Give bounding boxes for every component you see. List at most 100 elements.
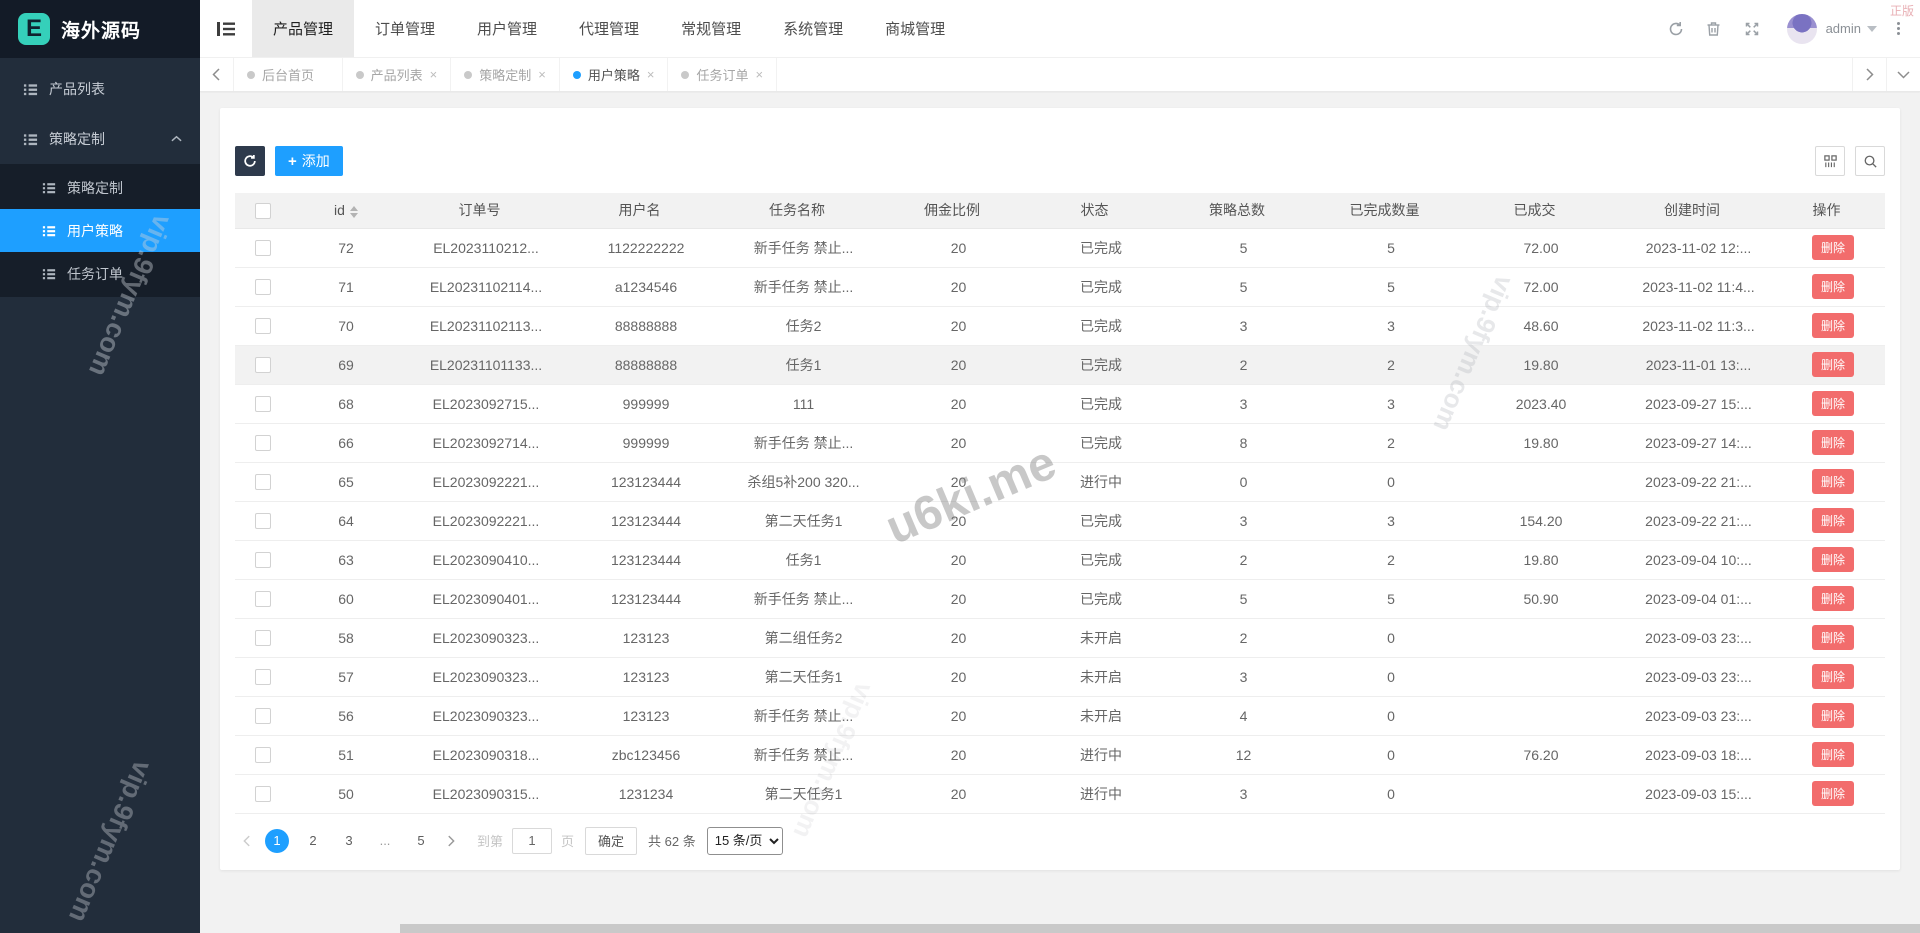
tab[interactable]: 任务订单 ×	[668, 58, 778, 91]
topnav-item[interactable]: 系统管理	[762, 0, 864, 57]
table-row[interactable]: 57 EL2023090323... 123123 第二天任务1 20 未开启 …	[235, 657, 1885, 697]
row-checkbox[interactable]	[255, 474, 271, 491]
next-page-button[interactable]	[439, 829, 463, 853]
refresh-button[interactable]	[1657, 0, 1695, 58]
topnav-item[interactable]: 用户管理	[456, 0, 558, 57]
confirm-button[interactable]: 确定	[585, 826, 638, 855]
table-row[interactable]: 72 EL2023110212... 1122222222 新手任务 禁止...…	[235, 228, 1885, 268]
sidebar-item[interactable]: 产品列表	[0, 64, 200, 114]
topnav-item[interactable]: 商城管理	[864, 0, 966, 57]
row-checkbox[interactable]	[255, 357, 271, 374]
delete-button[interactable]: 删除	[1811, 547, 1854, 572]
table-refresh-button[interactable]	[235, 146, 265, 176]
goto-page-input[interactable]	[512, 827, 553, 854]
table-row[interactable]: 50 EL2023090315... 1231234 第二天任务1 20 进行中…	[235, 774, 1885, 814]
column-header[interactable]: 订单号	[401, 193, 571, 229]
row-checkbox[interactable]	[255, 747, 271, 764]
column-header[interactable]: 用户名	[571, 193, 721, 229]
prev-page-button[interactable]	[235, 829, 259, 853]
page-number[interactable]: ...	[373, 829, 397, 853]
username[interactable]: admin	[1826, 21, 1861, 36]
page-number[interactable]: 1	[265, 828, 289, 853]
tab-close-icon[interactable]: ×	[538, 67, 546, 82]
row-checkbox[interactable]	[255, 396, 271, 413]
table-row[interactable]: 63 EL2023090410... 123123444 任务1 20 已完成 …	[235, 540, 1885, 580]
delete-button[interactable]: 删除	[1811, 664, 1854, 689]
tab[interactable]: 用户策略 ×	[560, 58, 669, 91]
column-header[interactable]: 策略总数	[1171, 193, 1316, 229]
delete-button[interactable]: 删除	[1811, 586, 1854, 611]
delete-button[interactable]: 删除	[1811, 430, 1854, 455]
sidebar-item[interactable]: 策略定制	[0, 114, 200, 164]
row-checkbox[interactable]	[255, 708, 271, 725]
sort-icon[interactable]	[349, 205, 358, 218]
delete-button[interactable]: 删除	[1811, 391, 1854, 416]
row-checkbox[interactable]	[255, 279, 271, 296]
page-number[interactable]: 2	[301, 829, 325, 853]
column-toggle-button[interactable]	[1815, 146, 1845, 176]
table-row[interactable]: 71 EL20231102114... a1234546 新手任务 禁止... …	[235, 267, 1885, 307]
delete-button[interactable]: 删除	[1811, 235, 1854, 260]
column-header[interactable]: 操作	[1781, 193, 1885, 229]
topnav-item[interactable]: 订单管理	[354, 0, 456, 57]
row-checkbox[interactable]	[255, 552, 271, 569]
tab[interactable]: 产品列表 ×	[343, 58, 452, 91]
add-button[interactable]: + 添加	[275, 146, 343, 176]
delete-button[interactable]: 删除	[1811, 781, 1854, 806]
delete-button[interactable]: 删除	[1811, 508, 1854, 533]
tab-scroll-left-button[interactable]	[200, 58, 234, 91]
tab-scroll-right-button[interactable]	[1852, 58, 1886, 91]
delete-button[interactable]: 删除	[1811, 313, 1854, 338]
column-header[interactable]: 创建时间	[1616, 193, 1781, 229]
column-header[interactable]: 已完成数量	[1316, 193, 1466, 229]
topnav-item[interactable]: 产品管理	[252, 0, 355, 57]
row-checkbox[interactable]	[255, 786, 271, 803]
table-row[interactable]: 56 EL2023090323... 123123 新手任务 禁止... 20 …	[235, 696, 1885, 736]
avatar[interactable]	[1786, 13, 1817, 44]
tab-close-icon[interactable]: ×	[755, 67, 763, 82]
horizontal-scrollbar[interactable]	[400, 924, 1920, 933]
topnav-item[interactable]: 常规管理	[660, 0, 762, 57]
row-checkbox[interactable]	[255, 669, 271, 686]
table-row[interactable]: 69 EL20231101133... 88888888 任务1 20 已完成 …	[235, 345, 1885, 385]
row-checkbox[interactable]	[255, 240, 271, 257]
delete-button[interactable]: 删除	[1811, 625, 1854, 650]
more-menu-button[interactable]	[1897, 22, 1900, 35]
column-header[interactable]: 状态	[1031, 193, 1171, 229]
sidebar-subitem[interactable]: 策略定制	[0, 166, 200, 209]
delete-button[interactable]: 删除	[1811, 703, 1854, 728]
page-number[interactable]: 3	[337, 829, 361, 853]
table-row[interactable]: 66 EL2023092714... 999999 新手任务 禁止... 20 …	[235, 423, 1885, 463]
table-row[interactable]: 70 EL20231102113... 88888888 任务2 20 已完成 …	[235, 306, 1885, 346]
table-row[interactable]: 60 EL2023090401... 123123444 新手任务 禁止... …	[235, 579, 1885, 619]
column-header[interactable]: id	[291, 193, 401, 229]
select-all-checkbox[interactable]	[255, 202, 271, 219]
column-header[interactable]: 佣金比例	[886, 193, 1031, 229]
table-row[interactable]: 68 EL2023092715... 999999 111 20 已完成 3 3…	[235, 384, 1885, 424]
page-number[interactable]: 5	[409, 829, 433, 853]
delete-button[interactable]: 删除	[1811, 274, 1854, 299]
row-checkbox[interactable]	[255, 591, 271, 608]
table-row[interactable]: 51 EL2023090318... zbc123456 新手任务 禁止... …	[235, 735, 1885, 775]
search-button[interactable]	[1855, 146, 1885, 176]
sidebar-subitem[interactable]: 任务订单	[0, 252, 200, 295]
row-checkbox[interactable]	[255, 513, 271, 530]
row-checkbox[interactable]	[255, 435, 271, 452]
fullscreen-button[interactable]	[1733, 0, 1771, 58]
table-row[interactable]: 58 EL2023090323... 123123 第二组任务2 20 未开启 …	[235, 618, 1885, 658]
tab-close-icon[interactable]: ×	[430, 67, 438, 82]
tab-menu-button[interactable]	[1886, 58, 1920, 91]
row-checkbox[interactable]	[255, 318, 271, 335]
tab[interactable]: 策略定制 ×	[451, 58, 560, 91]
user-caret-icon[interactable]	[1867, 25, 1877, 32]
column-header[interactable]: 任务名称	[721, 193, 886, 229]
table-row[interactable]: 65 EL2023092221... 123123444 杀组5补200 320…	[235, 462, 1885, 502]
delete-button[interactable]: 删除	[1811, 742, 1854, 767]
table-row[interactable]: 64 EL2023092221... 123123444 第二天任务1 20 已…	[235, 501, 1885, 541]
clear-cache-button[interactable]	[1695, 0, 1733, 58]
row-checkbox[interactable]	[255, 630, 271, 647]
delete-button[interactable]: 删除	[1811, 352, 1854, 377]
page-size-select[interactable]: 15 条/页	[706, 826, 783, 855]
topnav-item[interactable]: 代理管理	[558, 0, 660, 57]
tab-close-icon[interactable]: ×	[647, 67, 655, 82]
